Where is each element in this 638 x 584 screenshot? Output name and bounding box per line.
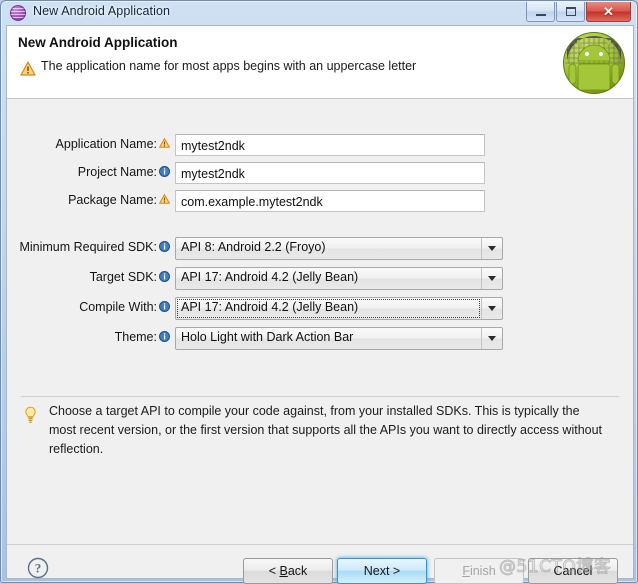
theme-label: Theme:	[114, 330, 157, 344]
field-row-package-name: Package Name: com.example.mytest2ndk	[7, 190, 507, 214]
field-row-target-sdk: Target SDK: API 17: Android 4.2 (Jelly B…	[7, 267, 507, 291]
minimize-button[interactable]	[526, 2, 555, 22]
title-bar[interactable]: New Android Application ✕	[1, 1, 638, 25]
help-question-icon[interactable]: ?	[27, 557, 49, 579]
label-wrap: Minimum Required SDK:	[7, 237, 157, 259]
button-bar-separator	[7, 544, 633, 545]
field-row-minimum-required-sdk: Minimum Required SDK: API 8: Android 2.2…	[7, 237, 507, 261]
minimum-required-sdk-label: Minimum Required SDK:	[19, 240, 157, 254]
compile-with-dropdown[interactable]: API 17: Android 4.2 (Jelly Bean)	[175, 297, 503, 320]
finish-button-label: Finish	[462, 564, 496, 578]
info-icon	[159, 271, 170, 282]
label-wrap: Target SDK:	[7, 267, 157, 289]
lightbulb-icon	[25, 406, 36, 423]
restore-button[interactable]	[556, 2, 585, 22]
label-wrap: Package Name:	[7, 190, 157, 212]
tip-text: Choose a target API to compile your code…	[49, 404, 603, 456]
field-row-compile-with: Compile With: API 17: Android 4.2 (Jelly…	[7, 297, 507, 321]
next-button-label: Next >	[363, 564, 401, 578]
window-title: New Android Application	[33, 4, 171, 18]
watermark: @51CTO博客	[498, 557, 612, 578]
page-title: New Android Application	[18, 35, 178, 50]
label-wrap: Application Name:	[7, 134, 157, 156]
chevron-down-icon[interactable]	[481, 328, 502, 349]
chevron-down-icon[interactable]	[481, 238, 502, 259]
application-name-input[interactable]: mytest2ndk	[175, 134, 485, 156]
info-icon	[159, 241, 170, 252]
android-sphere-icon	[10, 5, 26, 21]
label-wrap: Compile With:	[7, 297, 157, 319]
field-row-project-name: Project Name: mytest2ndk	[7, 162, 507, 186]
package-name-input[interactable]: com.example.mytest2ndk	[175, 190, 485, 212]
info-icon	[159, 166, 170, 177]
chevron-down-icon[interactable]	[481, 268, 502, 289]
info-icon	[159, 331, 170, 342]
info-icon	[159, 301, 170, 312]
target-sdk-dropdown[interactable]: API 17: Android 4.2 (Jelly Bean)	[175, 267, 503, 290]
target-sdk-label: Target SDK:	[89, 270, 157, 284]
warning-icon	[159, 194, 170, 204]
close-button[interactable]: ✕	[586, 2, 631, 22]
field-row-application-name: Application Name: mytest2ndk	[7, 134, 507, 158]
chevron-down-icon[interactable]	[481, 298, 502, 319]
tip-separator	[21, 396, 619, 397]
svg-text:?: ?	[35, 561, 42, 576]
warning-icon	[159, 138, 170, 148]
project-name-input[interactable]: mytest2ndk	[175, 162, 485, 184]
back-button-label: < Back	[268, 564, 308, 578]
android-robot-logo	[563, 32, 625, 94]
dialog-client-area: New Android Application The application …	[6, 25, 634, 584]
minimize-icon	[535, 14, 546, 16]
back-button[interactable]: < Back	[243, 558, 333, 584]
application-name-label: Application Name:	[55, 137, 157, 151]
next-button[interactable]: Next >	[337, 558, 427, 584]
project-name-label: Project Name:	[77, 165, 157, 179]
field-row-theme: Theme: Holo Light with Dark Action Bar	[7, 327, 507, 351]
label-wrap: Theme:	[7, 327, 157, 349]
theme-dropdown[interactable]: Holo Light with Dark Action Bar	[175, 327, 503, 350]
dropdown-value: API 17: Android 4.2 (Jelly Bean)	[181, 300, 359, 314]
compile-with-label: Compile With:	[79, 300, 157, 314]
dropdown-value: API 17: Android 4.2 (Jelly Bean)	[181, 270, 359, 284]
header-message: The application name for most apps begin…	[41, 59, 417, 73]
close-icon: ✕	[603, 3, 614, 19]
wizard-header: New Android Application The application …	[7, 26, 633, 99]
warning-icon	[20, 61, 36, 76]
minimum-required-sdk-dropdown[interactable]: API 8: Android 2.2 (Froyo)	[175, 237, 503, 260]
label-wrap: Project Name:	[7, 162, 157, 184]
dialog-window: New Android Application ✕ New Android Ap…	[0, 0, 638, 584]
restore-icon	[565, 7, 576, 16]
dropdown-value: Holo Light with Dark Action Bar	[181, 330, 354, 344]
package-name-label: Package Name:	[68, 193, 157, 207]
dropdown-value: API 8: Android 2.2 (Froyo)	[181, 240, 326, 254]
